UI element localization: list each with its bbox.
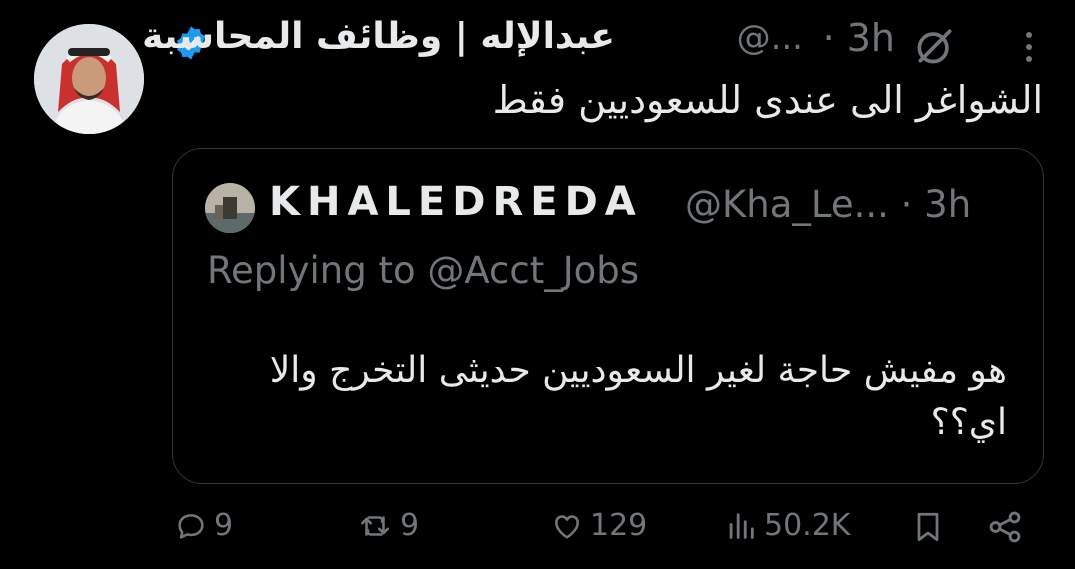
- author-avatar[interactable]: [34, 24, 144, 134]
- more-icon[interactable]: [1023, 30, 1035, 70]
- quote-author-name[interactable]: KHALEDREDA: [269, 179, 643, 225]
- quote-author-avatar[interactable]: [205, 183, 255, 233]
- reply-button[interactable]: 9: [174, 508, 233, 543]
- tweet-text: الشواغر الى عندى للسعوديين فقط: [492, 78, 1043, 122]
- like-count: 129: [590, 508, 648, 543]
- like-button[interactable]: 129: [550, 508, 647, 543]
- quoted-tweet[interactable]: KHALEDREDA @Kha_Le... · 3h Replying to @…: [172, 148, 1044, 484]
- retweet-button[interactable]: 9: [356, 508, 419, 543]
- replying-to: Replying to @Acct_Jobs: [207, 249, 640, 292]
- tweet-time[interactable]: · 3h: [823, 16, 895, 60]
- bookmark-icon: [917, 512, 939, 542]
- views-button[interactable]: 50.2K: [724, 508, 850, 543]
- grok-icon[interactable]: [913, 24, 957, 68]
- quote-handle-time[interactable]: @Kha_Le... · 3h: [685, 183, 971, 226]
- retweet-icon: [360, 515, 390, 536]
- author-handle[interactable]: @...: [737, 18, 803, 58]
- reply-icon: [178, 513, 204, 539]
- share-button[interactable]: [986, 508, 1024, 546]
- like-icon: [555, 514, 579, 539]
- retweet-count: 9: [400, 508, 420, 543]
- author-name[interactable]: عبدالإله | وظائف المحاسبة: [142, 16, 615, 57]
- views-count: 50.2K: [764, 508, 851, 543]
- share-icon: [989, 511, 1021, 543]
- views-icon: [729, 512, 754, 539]
- bookmark-button[interactable]: [910, 508, 946, 546]
- quote-text: هو مفيش حاجة لغير السعوديين حديثى التخرج…: [269, 350, 1007, 443]
- reply-count: 9: [214, 508, 234, 543]
- action-bar: 9 9 129 50.2K: [0, 508, 1075, 564]
